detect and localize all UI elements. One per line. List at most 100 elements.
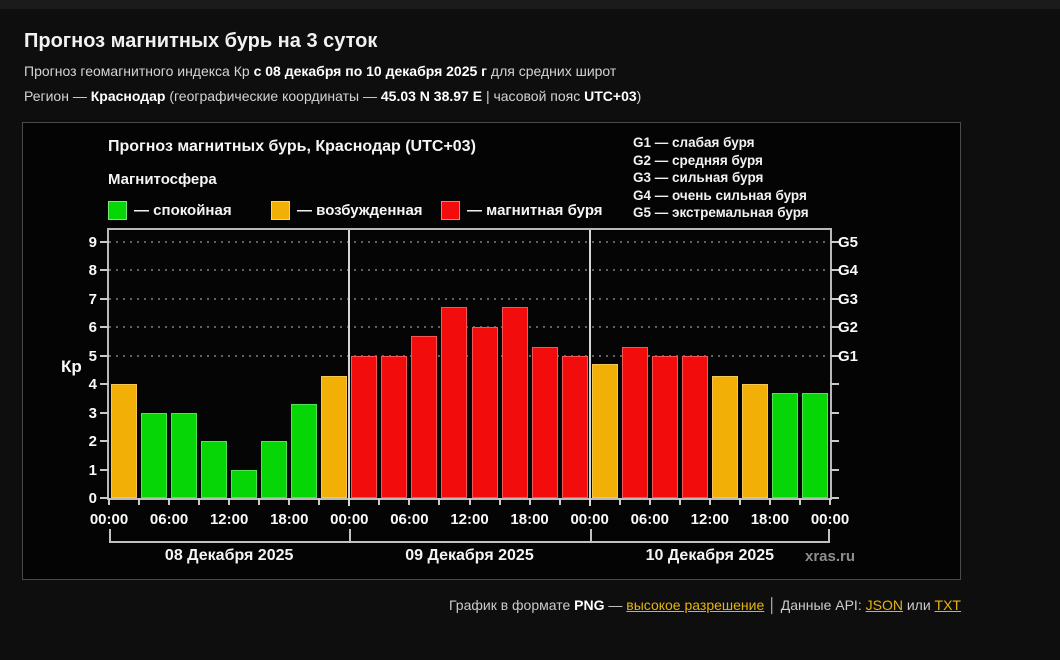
- g-scale-item: G2 — средняя буря: [633, 152, 763, 168]
- day-bracket-tick: [828, 529, 830, 542]
- time-tick-label: 06:00: [630, 511, 669, 528]
- kp-bar: [261, 441, 288, 498]
- forecast-subtitle: Прогноз геомагнитного индекса Кр с 08 де…: [24, 63, 616, 79]
- text-segment: PNG: [574, 597, 605, 613]
- g-axis-label: G4: [838, 262, 859, 280]
- kp-axis-tick: [100, 440, 109, 443]
- g-axis-label: G2: [838, 319, 859, 337]
- time-tick-label: 00:00: [330, 511, 369, 528]
- kp-bar: [501, 307, 528, 498]
- g-axis-tick: [830, 497, 839, 499]
- g-axis-label: G1: [838, 347, 859, 365]
- time-tick-label: 12:00: [690, 511, 730, 528]
- time-tick-label: 00:00: [810, 511, 850, 528]
- kp-bar: [471, 327, 498, 498]
- time-axis-tick: [678, 498, 681, 505]
- time-axis-tick: [138, 498, 141, 505]
- legend-swatch: [441, 200, 460, 220]
- time-axis-tick: [498, 498, 501, 505]
- kp-tick-label: 9: [88, 234, 97, 251]
- kp-bar: [591, 364, 618, 498]
- footer: График в формате PNG — высокое разрешени…: [449, 597, 961, 613]
- g-scale-legend: G1 — слабая буря G2 — средняя буря G3 — си…: [633, 134, 809, 222]
- text-segment: График в формате: [448, 597, 575, 613]
- time-axis-tick: [468, 498, 471, 505]
- legend-item: — спокойная: [108, 200, 232, 220]
- time-axis-tick: [228, 498, 231, 505]
- text-segment: Регион —: [24, 88, 91, 104]
- legend-label: — спокойная: [134, 201, 232, 219]
- kp-bar: [321, 375, 348, 498]
- time-tick-label: 00:00: [570, 511, 609, 528]
- kp-tick-label: 1: [88, 461, 97, 479]
- time-tick-label: 12:00: [209, 511, 249, 528]
- time-axis-tick: [288, 498, 291, 505]
- time-axis-tick: [438, 498, 441, 505]
- kp-tick-label: 7: [88, 290, 97, 308]
- kp-bar: [621, 347, 648, 498]
- g-level-gridline: [109, 297, 830, 300]
- g-scale-item: G4 — очень сильная буря: [633, 187, 807, 203]
- plot-area: Кр xras.ru 0 1 2 3 4 5 6 7 8 9 G1 G2 G3 G4 G5 00:00 06:0…: [61, 228, 858, 565]
- kp-axis-tick: [100, 468, 109, 471]
- kp-bar: [771, 392, 798, 498]
- txt-api-link[interactable]: TXT: [935, 597, 961, 613]
- text-segment: │: [764, 597, 781, 613]
- kp-axis-tick: [100, 241, 109, 243]
- legend-title: Магнитосфера: [108, 171, 217, 188]
- legend-label: — магнитная буря: [467, 201, 603, 219]
- text-segment: с 08 декабря по 10 декабря 2025 г: [253, 63, 488, 79]
- day-label: 08 Декабря 2025: [164, 547, 294, 564]
- time-axis-tick: [738, 498, 741, 505]
- kp-bar: [681, 355, 708, 498]
- time-tick-label: 18:00: [750, 511, 790, 528]
- g-scale-item: G3 — сильная буря: [633, 170, 764, 185]
- kp-bar: [231, 469, 258, 498]
- kp-tick-label: 0: [88, 490, 97, 507]
- kp-bar: [651, 355, 678, 498]
- g-scale-item: G1 — слабая буря: [633, 135, 755, 150]
- text-segment: для средних широт: [487, 63, 617, 79]
- kp-axis-tick: [100, 326, 109, 329]
- time-tick-label: 12:00: [450, 511, 489, 528]
- kp-bar: [801, 392, 828, 498]
- g-axis-label: G3: [838, 290, 859, 308]
- kp-axis-tick: [100, 354, 109, 357]
- time-axis-tick: [708, 498, 711, 505]
- time-axis-tick: [108, 498, 110, 505]
- day-bracket-tick: [589, 529, 592, 542]
- g-level-gridline: [109, 269, 830, 272]
- kp-tick-label: 2: [88, 433, 97, 451]
- legend-item: — возбужденная: [271, 200, 423, 220]
- kp-tick-label: 6: [88, 319, 97, 337]
- kp-bar: [411, 335, 438, 498]
- kp-axis-tick: [100, 383, 109, 386]
- legend-label: — возбужденная: [297, 201, 423, 219]
- day-label: 09 Декабря 2025: [405, 547, 534, 564]
- time-axis-tick: [378, 498, 381, 505]
- time-axis-tick: [648, 498, 651, 505]
- time-axis-tick: [829, 498, 831, 505]
- kp-tick-label: 3: [88, 404, 97, 422]
- time-tick-label: 18:00: [270, 511, 309, 528]
- day-separator: [588, 230, 591, 506]
- kp-axis-tick: [100, 411, 109, 414]
- kp-bar: [441, 307, 468, 498]
- day-separator: [348, 230, 351, 506]
- json-api-link[interactable]: JSON: [866, 597, 903, 613]
- time-axis-tick: [558, 498, 561, 505]
- text-segment: Прогноз геомагнитного индекса Кр: [24, 63, 254, 79]
- kp-tick-label: 5: [88, 347, 97, 365]
- text-segment: | часовой пояс: [482, 88, 585, 104]
- g-axis-tick: [830, 440, 839, 443]
- g-level-gridline: [109, 241, 830, 243]
- g-axis-tick: [830, 468, 839, 471]
- kp-tick-label: 8: [88, 262, 97, 280]
- time-axis-tick: [408, 498, 411, 505]
- day-bracket-tick: [349, 529, 352, 542]
- text-segment: 45.03 N 38.97 E: [380, 88, 483, 104]
- high-res-link[interactable]: высокое разрешение: [626, 597, 764, 613]
- day-label: 10 Декабря 2025: [645, 547, 775, 564]
- day-bracket: [109, 541, 830, 543]
- time-axis-tick: [318, 498, 321, 505]
